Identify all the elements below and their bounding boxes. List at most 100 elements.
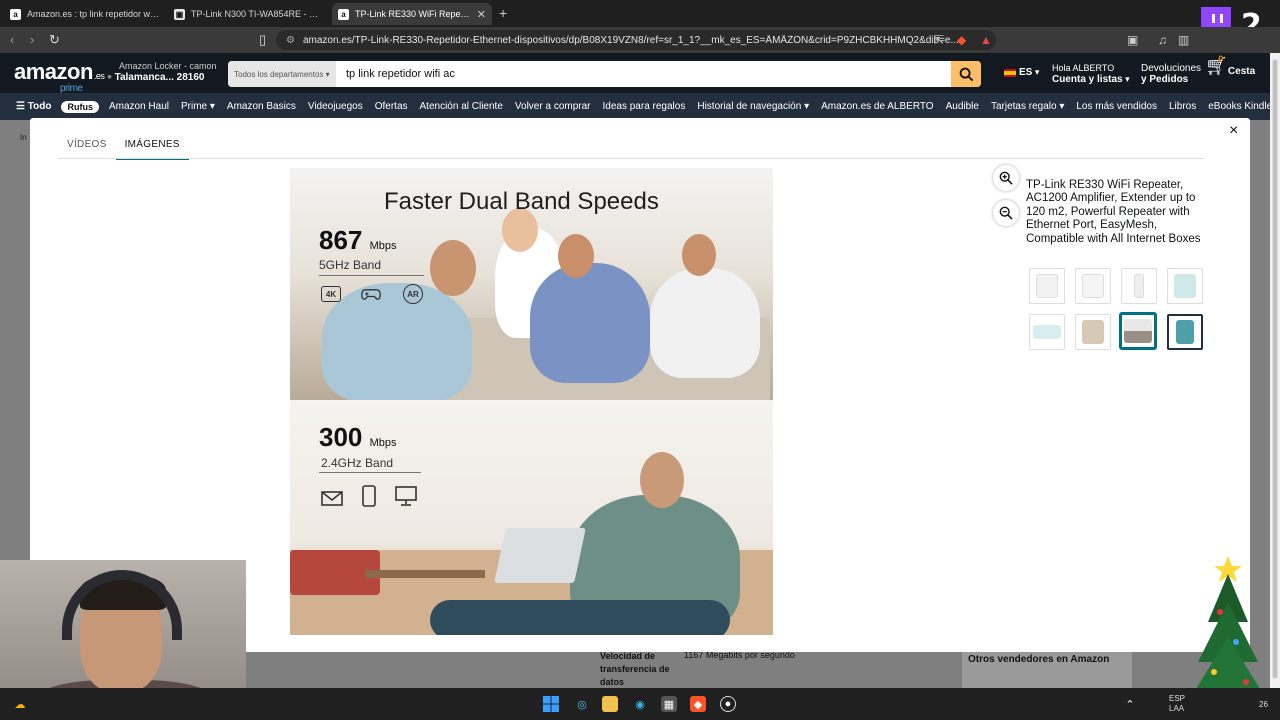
person-shape — [530, 263, 650, 383]
person-head — [682, 234, 716, 276]
search-input[interactable]: tp link repetidor wifi ac — [336, 61, 951, 87]
nav-item[interactable]: Amazon.es de ALBERTO — [815, 101, 939, 112]
zoom-in-button[interactable] — [993, 165, 1019, 191]
thumbnail-6[interactable] — [1075, 314, 1111, 350]
reload-icon[interactable]: ↻ — [49, 32, 60, 48]
nav-item[interactable]: Los más vendidos — [1070, 101, 1163, 112]
search-department-select[interactable]: Todos los departamentos ▾ — [228, 61, 336, 87]
tab-label: Amazon.es : tp link repetidor wifi ac — [27, 9, 160, 19]
search-button[interactable] — [951, 61, 981, 87]
tabs-divider — [58, 158, 1204, 159]
nav-item[interactable]: Atención al Cliente — [414, 101, 509, 112]
ar-icon: AR — [403, 284, 423, 304]
windows-taskbar: ☁ ◎ ◉ ▦ ◆ ● ⌃ ESP LAA 26 — [0, 688, 1280, 720]
cart-count: 0 — [1218, 54, 1224, 64]
search-bar: Todos los departamentos ▾ tp link repeti… — [228, 61, 981, 87]
band2-rule — [319, 472, 421, 473]
nav-item[interactable]: eBooks Kindle — [1202, 101, 1270, 112]
nav-all-menu[interactable]: ☰ Todo — [0, 101, 57, 112]
monitor-icon — [395, 486, 417, 506]
gamepad-icon — [361, 286, 381, 302]
nav-item[interactable]: Ideas para regalos — [597, 101, 692, 112]
nav-item[interactable]: Libros — [1163, 101, 1202, 112]
close-tab-icon[interactable]: ✕ — [477, 8, 486, 21]
main-product-image[interactable]: Faster Dual Band Speeds 867 Mbps 5GHz Ba… — [290, 168, 773, 635]
nav-item[interactable]: Ofertas — [369, 101, 414, 112]
scrollbar-thumb[interactable] — [1272, 59, 1278, 679]
thumbnail-3[interactable] — [1121, 268, 1157, 304]
thumbnail-8-hovered[interactable] — [1167, 314, 1203, 350]
delivery-location[interactable]: Amazon Locker - camon ⌖ Talamanca... 281… — [107, 61, 217, 83]
location-pin-icon: ⌖ — [107, 72, 113, 82]
thumbnail-4[interactable] — [1167, 268, 1203, 304]
laptop-shape — [494, 528, 586, 583]
nav-item[interactable]: Audible — [940, 101, 985, 112]
url-field[interactable]: ⚙ amazon.es/TP-Link-RE330-Repetidor-Ethe… — [276, 30, 996, 50]
edge-icon[interactable]: ◉ — [632, 696, 648, 712]
other-sellers-box[interactable]: Otros vendedores en Amazon — [962, 648, 1132, 688]
thumbnail-5[interactable] — [1029, 314, 1065, 350]
image-panel-5ghz: Faster Dual Band Speeds 867 Mbps 5GHz Ba… — [290, 168, 773, 400]
tray-overflow-icon[interactable]: ⌃ — [1122, 696, 1138, 712]
amazon-icon: a — [10, 8, 21, 20]
tab-videos[interactable]: VÍDEOS — [58, 132, 116, 160]
search-icon — [959, 67, 973, 81]
file-explorer-icon[interactable] — [602, 696, 618, 712]
share-icon[interactable]: ⇱ — [934, 33, 944, 47]
close-icon[interactable]: × — [1229, 122, 1238, 140]
thumbnail-7-selected[interactable] — [1120, 313, 1156, 349]
amazon-nav-bar: ☰ Todo Rufus Amazon Haul Prime ▾ Amazon … — [0, 93, 1270, 120]
tab-amazon-search[interactable]: a Amazon.es : tp link repetidor wifi ac — [4, 3, 166, 25]
nav-item[interactable]: Amazon Haul — [103, 101, 175, 112]
4k-icon: 4K — [321, 286, 341, 302]
windows-icon — [543, 696, 559, 712]
brave-shield-icon[interactable]: ◆ — [957, 33, 966, 47]
new-tab-button[interactable]: + — [499, 5, 507, 21]
store-icon[interactable]: ▦ — [661, 696, 677, 712]
thumbnail-2[interactable] — [1075, 268, 1111, 304]
page-fragment: In — [20, 133, 27, 142]
band2-label: 2.4GHz Band — [321, 456, 394, 470]
site-info-icon[interactable]: ⚙ — [286, 35, 295, 46]
start-button[interactable] — [543, 696, 559, 712]
language-selector[interactable]: ES ▾ — [1004, 67, 1039, 78]
gallery-tabs: VÍDEOS IMÁGENES — [58, 132, 189, 160]
nav-item[interactable]: Historial de navegación ▾ — [691, 101, 815, 112]
tab-tplink-n300[interactable]: ▣ TP-Link N300 TI-WA854RE - Repetido — [168, 3, 330, 25]
bookmark-icon[interactable]: ▯ — [259, 32, 266, 48]
address-bar-row: ‹ › ↻ ▯ ⚙ amazon.es/TP-Link-RE330-Repeti… — [0, 27, 1280, 53]
clock-fragment[interactable]: 26 — [1259, 700, 1268, 710]
account-menu[interactable]: Hola ALBERTO Cuenta y listas ▾ — [1052, 63, 1130, 85]
amazon-logo[interactable]: amazon.es prime — [14, 59, 105, 94]
obs-icon[interactable]: ● — [720, 696, 736, 712]
url-text: amazon.es/TP-Link-RE330-Repetidor-Ethern… — [302, 34, 959, 46]
screenshot-icon[interactable]: ▣ — [1127, 33, 1138, 47]
image-headline: Faster Dual Band Speeds — [384, 188, 659, 215]
nav-item[interactable]: Volver a comprar — [509, 101, 597, 112]
headset-icon — [62, 570, 182, 640]
back-icon[interactable]: ‹ — [10, 32, 14, 47]
brave-icon[interactable]: ◆ — [690, 696, 706, 712]
sidebar-icon[interactable]: ▥ — [1178, 33, 1189, 47]
weather-icon[interactable]: ☁ — [12, 696, 28, 712]
brave-rewards-icon[interactable]: ▲ — [980, 33, 992, 47]
tab-tplink-re330[interactable]: a TP-Link RE330 WiFi Repeater, AC ✕ — [332, 3, 492, 25]
nav-item[interactable]: Prime ▾ — [175, 101, 221, 112]
phone-icon — [362, 485, 376, 507]
copilot-icon[interactable]: ◎ — [574, 696, 590, 712]
page-scrollbar[interactable] — [1270, 53, 1280, 688]
forward-icon[interactable]: › — [30, 32, 34, 47]
thumbnail-1[interactable] — [1029, 268, 1065, 304]
media-icon[interactable]: ♫ — [1158, 33, 1167, 47]
language-indicator[interactable]: ESP LAA — [1169, 694, 1185, 714]
zoom-out-button[interactable] — [993, 200, 1019, 226]
cart-button[interactable]: 🛒︎ 0 Cesta — [1205, 54, 1265, 77]
nav-rufus[interactable]: Rufus — [61, 100, 99, 113]
nav-item[interactable]: Amazon Basics — [221, 101, 302, 112]
jeans-shape — [430, 600, 730, 635]
nav-item[interactable]: Tarjetas regalo ▾ — [985, 101, 1070, 112]
returns-orders-link[interactable]: Devoluciones y Pedidos — [1141, 63, 1201, 85]
tab-images[interactable]: IMÁGENES — [115, 132, 189, 160]
person-shape — [322, 283, 472, 400]
nav-item[interactable]: Videojuegos — [302, 101, 369, 112]
